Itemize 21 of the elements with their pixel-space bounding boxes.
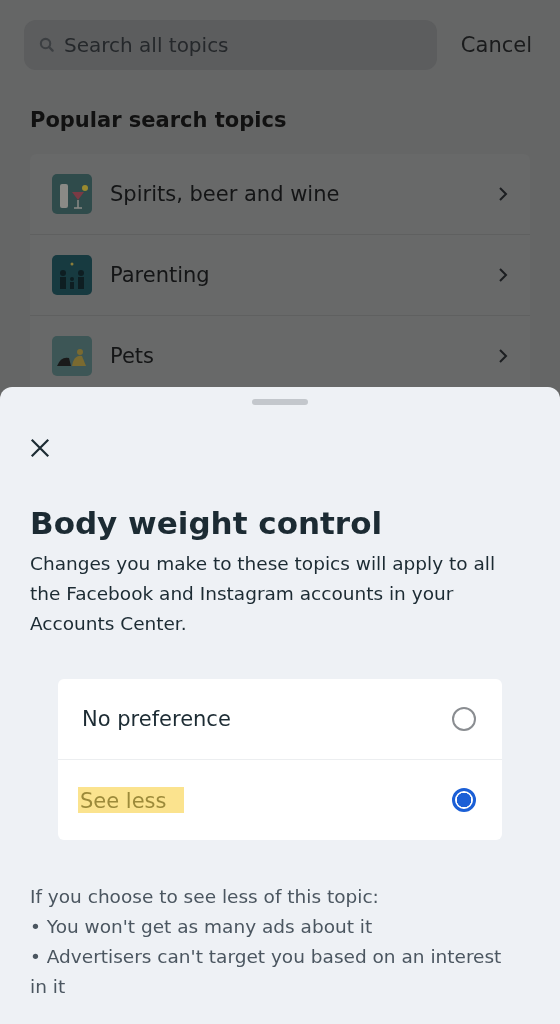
note-text: If you choose to see less of this topic: (30, 885, 380, 909)
cocktail-icon (52, 174, 92, 214)
topic-item[interactable]: Spirits, beer and wine (30, 154, 530, 235)
close-icon[interactable] (29, 437, 51, 459)
pets-icon (52, 336, 92, 376)
sheet-title: Body weight control (30, 505, 384, 541)
radio-option[interactable]: See less (58, 760, 502, 840)
cancel-button[interactable]: Cancel (456, 33, 536, 57)
radio-button[interactable] (452, 707, 476, 731)
note-text: • You won't get as many ads about it (30, 915, 374, 939)
family-icon (52, 255, 92, 295)
description-text: Changes you make to these topics will apply to all the Facebook and Instagram accounts in your Accounts Center. (30, 552, 497, 636)
radio-button[interactable] (452, 788, 476, 812)
note-text: • Advertisers can't target you based on an interest in it (30, 945, 503, 999)
chevron-right-icon (498, 267, 508, 283)
radio-option[interactable]: No preference (58, 679, 502, 760)
section-title: Popular search topics (30, 108, 288, 132)
chevron-right-icon (498, 186, 508, 202)
chevron-right-icon (498, 348, 508, 364)
topic-item[interactable]: Parenting (30, 235, 530, 316)
drag-handle[interactable] (252, 399, 308, 405)
